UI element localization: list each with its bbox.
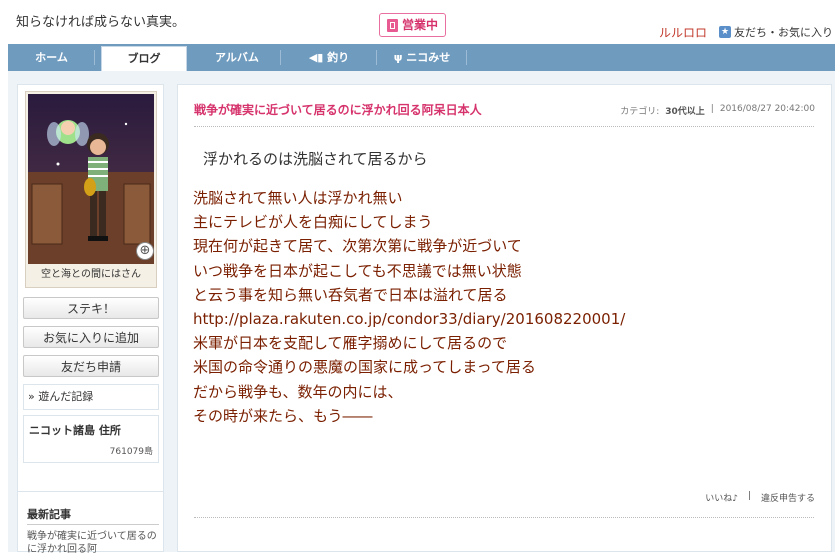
recent-entries: 最新記事 戦争が確実に近づいて居るのに浮かれ回る阿 <box>17 491 164 555</box>
shop-sign-icon <box>387 18 398 32</box>
entry-lead: 浮かれるのは洗脳されて居るから <box>203 150 428 168</box>
divider <box>194 517 814 518</box>
body-line: その時が来たら、もう―― <box>193 406 373 425</box>
meta-separator: | <box>710 104 714 114</box>
body-line: 洗脳されて無い人は浮かれ無い <box>193 189 403 207</box>
report-link[interactable]: 違反申告する <box>761 491 815 504</box>
friends-favorites-link[interactable]: ★ 友だち・お気に入り <box>719 24 833 40</box>
body-line: 主にテレビが人を白痴にしてしまう <box>193 213 433 232</box>
tab-nicomise[interactable]: ψ ニコみせ <box>377 44 467 71</box>
top-bar: 知らなければ成らない真実。 営業中 ルルロロ ★ 友だち・お気に入り <box>0 0 839 44</box>
body-line: と云う事を知ら無い呑気者で日本は溢れて居る <box>193 285 508 304</box>
like-link[interactable]: いいね♪ <box>705 491 738 504</box>
tab-fishing-label: 釣り <box>327 51 350 64</box>
tab-home[interactable]: ホーム <box>8 44 95 71</box>
divider <box>27 524 159 525</box>
friend-request-button[interactable]: 友だち申請 <box>23 355 159 377</box>
entry-datetime: 2016/08/27 20:42:00 <box>719 104 815 114</box>
island-address-value: 761079島 <box>109 447 153 457</box>
category-link[interactable]: 30代以上 <box>665 104 705 117</box>
add-favorite-button[interactable]: お気に入りに追加 <box>23 326 159 348</box>
sidebar: ⊕ 空と海との間にはさん ステキ！ お気に入りに追加 友だち申請 » 遊んだ記録… <box>17 84 164 552</box>
zoom-icon[interactable]: ⊕ <box>136 242 154 260</box>
body-line: 米国の命令通りの悪魔の国家に成ってしまって居る <box>193 358 536 377</box>
played-record-label: 遊んだ記録 <box>38 390 94 403</box>
island-address: ニコット諸島 住所 761079島 <box>23 415 159 463</box>
avatar-name[interactable]: 空と海との間にはさん <box>26 265 156 285</box>
avatar-panel[interactable]: ⊕ 空と海との間にはさん <box>25 91 157 288</box>
entry-title[interactable]: 戦争が確実に近づいて居るのに浮かれ回る阿呆日本人 <box>194 101 482 118</box>
island-address-label[interactable]: ニコット諸島 住所 <box>29 422 121 438</box>
body-url-link[interactable]: http://plaza.rakuten.co.jp/condor33/diar… <box>193 307 625 331</box>
star-icon: ★ <box>719 26 731 38</box>
entry-body: 洗脳されて無い人は浮かれ無い 主にテレビが人を白痴にしてしまう 現在何が起きて居… <box>193 186 625 428</box>
site-title[interactable]: 知らなければ成らない真実。 <box>16 11 185 30</box>
divider <box>194 126 814 127</box>
avatar-image <box>28 94 154 264</box>
body-line: いつ戦争を日本が起こしても不思議では無い状態 <box>193 261 522 280</box>
recent-entry-link[interactable]: 戦争が確実に近づいて居るのに浮かれ回る阿 <box>27 530 157 556</box>
blog-entry: 戦争が確実に近づいて居るのに浮かれ回る阿呆日本人 カテゴリ: 30代以上 | 2… <box>177 84 832 552</box>
username-link[interactable]: ルルロロ <box>659 24 707 41</box>
entry-meta: カテゴリ: 30代以上 | 2016/08/27 20:42:00 <box>620 104 815 117</box>
main-nav: ホーム ブログ アルバム ◀▮ 釣り ψ ニコみせ <box>8 44 835 73</box>
body-line: 米軍が日本を支配して雁字搦めにして居るので <box>193 334 508 353</box>
entry-actions: いいね♪ | 違反申告する <box>705 491 815 504</box>
double-chevron-icon: » <box>28 390 35 403</box>
played-record-link[interactable]: » 遊んだ記録 <box>23 384 159 410</box>
friends-favorites-label: 友だち・お気に入り <box>734 26 833 39</box>
tab-blog[interactable]: ブログ <box>101 46 187 73</box>
recent-entries-title: 最新記事 <box>27 508 71 521</box>
body-line: だから戦争も、数年の内には、 <box>193 382 403 401</box>
fork-knife-icon: ψ <box>393 51 403 64</box>
tab-nicomise-label: ニコみせ <box>406 51 451 64</box>
fish-icon: ◀▮ <box>308 51 324 64</box>
open-status-label: 営業中 <box>402 18 439 32</box>
tab-fishing[interactable]: ◀▮ 釣り <box>281 44 377 71</box>
body-line: 現在何が起きて居て、次第次第に戦争が近づいて <box>193 237 522 256</box>
open-status-badge[interactable]: 営業中 <box>379 13 447 37</box>
action-separator: | <box>747 491 751 501</box>
tab-album[interactable]: アルバム <box>193 44 281 71</box>
category-label: カテゴリ: <box>620 107 660 117</box>
nice-button[interactable]: ステキ！ <box>23 297 159 319</box>
